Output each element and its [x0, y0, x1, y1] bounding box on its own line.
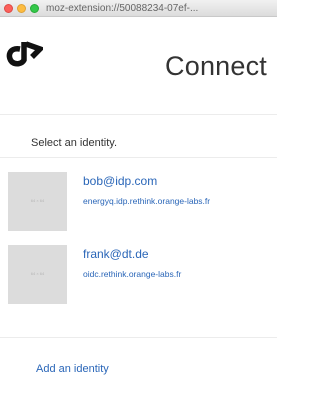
add-identity-link[interactable]: Add an identity: [36, 363, 109, 375]
window-url: moz-extension://50088234-07ef-...: [46, 3, 199, 14]
avatar-placeholder-text: 64 × 64: [30, 271, 45, 276]
section-divider: [0, 157, 277, 158]
footer-divider: [0, 337, 277, 338]
zoom-window-button[interactable]: [30, 4, 39, 13]
identity-provider: oidc.rethink.orange-labs.fr: [83, 269, 182, 279]
avatar-placeholder-text: 64 × 64: [30, 198, 45, 203]
identity-email[interactable]: frank@dt.de: [83, 247, 149, 261]
page-title: Connect: [165, 51, 267, 81]
popup-window: moz-extension://50088234-07ef-... Connec…: [0, 0, 277, 402]
title-bar: moz-extension://50088234-07ef-...: [0, 0, 277, 17]
rethink-logo-icon: [6, 41, 43, 67]
identity-email[interactable]: bob@idp.com: [83, 174, 157, 188]
select-identity-prompt: Select an identity.: [31, 137, 118, 149]
identity-item-bob[interactable]: 64 × 64 bob@idp.com energyq.idp.rethink.…: [0, 172, 277, 242]
close-window-button[interactable]: [4, 4, 13, 13]
identity-item-frank[interactable]: 64 × 64 frank@dt.de oidc.rethink.orange-…: [0, 245, 277, 315]
identity-avatar: 64 × 64: [8, 172, 67, 231]
minimize-window-button[interactable]: [17, 4, 26, 13]
identity-provider: energyq.idp.rethink.orange-labs.fr: [83, 196, 211, 206]
header-divider: [0, 114, 277, 115]
identity-avatar: 64 × 64: [8, 245, 67, 304]
